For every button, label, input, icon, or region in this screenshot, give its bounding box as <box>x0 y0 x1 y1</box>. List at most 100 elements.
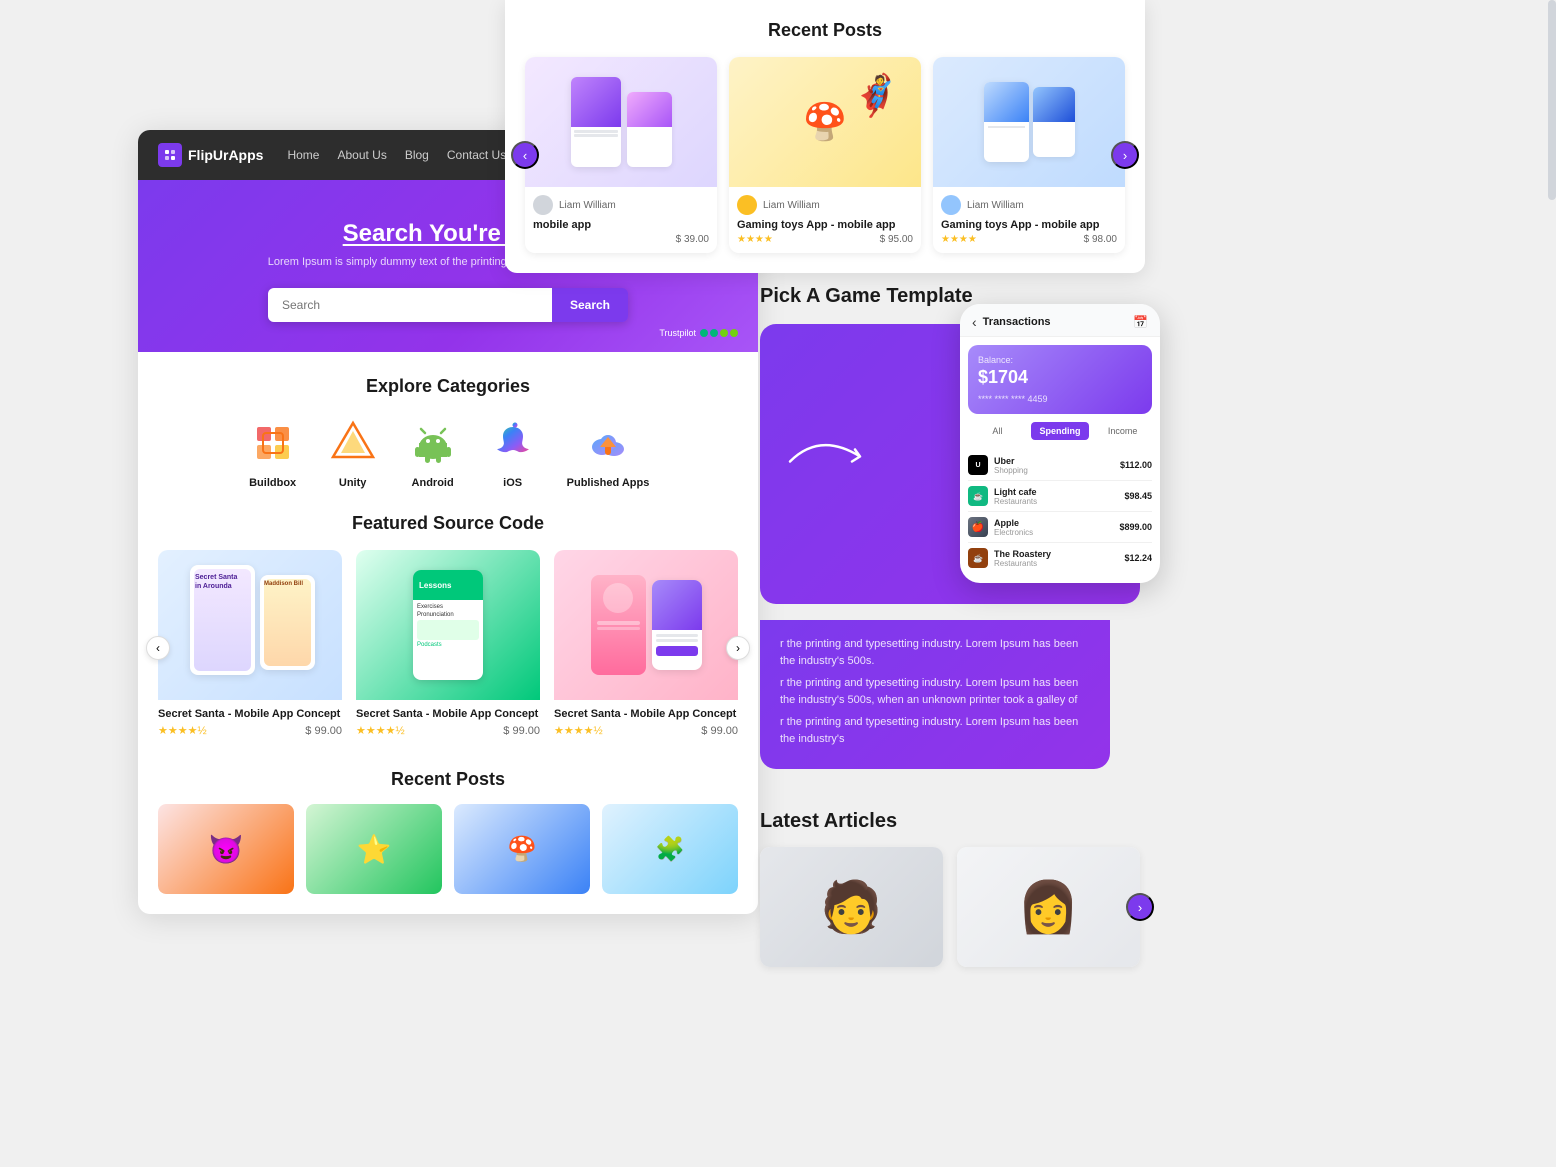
category-ios-label: iOS <box>503 477 522 489</box>
tx-cafe-left: ☕ Light cafe Restaurants <box>968 486 1037 506</box>
scrollbar-thumb[interactable] <box>1548 0 1556 200</box>
featured-card-3[interactable]: Secret Santa - Mobile App Concept ★★★★½ … <box>554 550 738 745</box>
nav-contact[interactable]: Contact Us <box>447 148 506 162</box>
unity-icon <box>327 417 379 469</box>
featured-card-1-stars: ★★★★½ <box>158 724 207 737</box>
category-buildbox[interactable]: Buildbox <box>247 417 299 489</box>
recent-posts-right-cards: ‹ <box>525 57 1125 253</box>
apple-icon: 🍎 <box>968 517 988 537</box>
rp-card-2-author-name: Liam William <box>763 200 820 211</box>
featured-card-2-info: Secret Santa - Mobile App Concept ★★★★½ … <box>356 700 540 745</box>
rp-card-3-price: $ 98.00 <box>1084 234 1117 245</box>
rp-card-1[interactable]: Liam William mobile app $ 39.00 <box>525 57 717 253</box>
featured-card-1-info: Secret Santa - Mobile App Concept ★★★★½ … <box>158 700 342 745</box>
phone-tab-income[interactable]: Income <box>1093 422 1152 440</box>
pick-game-section: Pick A Game Template ‹ Transactions 📅 Ba… <box>760 285 1140 604</box>
carousel-prev-button[interactable]: ‹ <box>146 636 170 660</box>
featured-card-3-image <box>554 550 738 700</box>
category-ios[interactable]: iOS <box>487 417 539 489</box>
la-card-2-img: 👩 <box>957 847 1140 967</box>
category-published[interactable]: Published Apps <box>567 417 650 489</box>
featured-card-1-bottom: ★★★★½ $ 99.00 <box>158 724 342 737</box>
featured-cards: Secret Santain Arounda Maddison Bill Sec… <box>158 550 738 745</box>
tx-uber-name: Uber <box>994 456 1028 466</box>
nav-home[interactable]: Home <box>287 148 319 162</box>
phone-tab-spending[interactable]: Spending <box>1031 422 1090 440</box>
tx-uber-amount: $112.00 <box>1120 460 1152 470</box>
logo-icon <box>158 143 182 167</box>
rp-card-1-bottom: $ 39.00 <box>533 234 709 245</box>
tx-apple: 🍎 Apple Electronics $899.00 <box>968 512 1152 543</box>
featured-card-2-image: Lessons Exercises Pronunciation Podcasts <box>356 550 540 700</box>
desc-line-3: r the printing and typesetting industry.… <box>780 714 1090 747</box>
phone-header-left: ‹ Transactions <box>972 314 1051 330</box>
recent-posts-left-title: Recent Posts <box>158 769 738 790</box>
rp-card-2-body: Liam William Gaming toys App - mobile ap… <box>729 187 921 253</box>
tx-apple-amount: $899.00 <box>1119 522 1152 532</box>
phone-header-title: Transactions <box>983 316 1051 328</box>
recent-posts-prev-button[interactable]: ‹ <box>511 141 539 169</box>
nav-about[interactable]: About Us <box>337 148 386 162</box>
phone-tab-all[interactable]: All <box>968 422 1027 440</box>
phone-calendar-icon: 📅 <box>1133 315 1148 329</box>
search-bar: Search <box>268 288 628 322</box>
recent-card-3[interactable]: 🍄 <box>454 804 590 894</box>
recent-posts-left-cards: 😈 ⭐ 🍄 🧩 <box>158 804 738 894</box>
latest-articles-next-button[interactable]: › <box>1126 893 1154 921</box>
ios-icon <box>487 417 539 469</box>
trustpilot-badge: Trustpilot <box>659 328 738 338</box>
category-buildbox-label: Buildbox <box>249 477 296 489</box>
category-published-label: Published Apps <box>567 477 650 489</box>
roastery-icon: ☕ <box>968 548 988 568</box>
la-card-2[interactable]: 👩 <box>957 847 1140 967</box>
featured-card-2-name: Secret Santa - Mobile App Concept <box>356 708 540 720</box>
game-arrow-icon <box>780 422 900 507</box>
balance-amount: $1704 <box>978 367 1142 388</box>
rp-card-2[interactable]: 🍄 🦸 Liam William Gaming toys App - mobil… <box>729 57 921 253</box>
search-input[interactable] <box>268 288 552 322</box>
category-android[interactable]: Android <box>407 417 459 489</box>
recent-card-2[interactable]: ⭐ <box>306 804 442 894</box>
recent-posts-next-button[interactable]: › <box>1111 141 1139 169</box>
phone-back-icon: ‹ <box>972 314 977 330</box>
featured-card-3-name: Secret Santa - Mobile App Concept <box>554 708 738 720</box>
desc-line-2: r the printing and typesetting industry.… <box>780 675 1090 708</box>
recent-card-4-img: 🧩 <box>602 804 738 894</box>
featured-card-3-info: Secret Santa - Mobile App Concept ★★★★½ … <box>554 700 738 745</box>
featured-card-2[interactable]: Lessons Exercises Pronunciation Podcasts <box>356 550 540 745</box>
recent-card-3-img: 🍄 <box>454 804 590 894</box>
recent-card-1-img: 😈 <box>158 804 294 894</box>
rp-card-3-title: Gaming toys App - mobile app <box>941 219 1117 231</box>
search-button[interactable]: Search <box>552 288 628 322</box>
rp-card-3-body: Liam William Gaming toys App - mobile ap… <box>933 187 1125 253</box>
recent-card-1[interactable]: 😈 <box>158 804 294 894</box>
la-card-1[interactable]: 🧑 <box>760 847 943 967</box>
scrollbar[interactable] <box>1548 0 1556 1167</box>
category-unity[interactable]: Unity <box>327 417 379 489</box>
recent-card-4[interactable]: 🧩 <box>602 804 738 894</box>
rp-card-1-author-name: Liam William <box>559 200 616 211</box>
rp-card-3-avatar <box>941 195 961 215</box>
rp-card-1-price: $ 39.00 <box>676 234 709 245</box>
rp-card-2-bottom: ★★★★ $ 95.00 <box>737 234 913 245</box>
tx-uber-sub: Shopping <box>994 466 1028 475</box>
featured-card-1[interactable]: Secret Santain Arounda Maddison Bill Sec… <box>158 550 342 745</box>
tx-uber-left: U Uber Shopping <box>968 455 1028 475</box>
trust-dot-2 <box>710 329 718 337</box>
phone-mockup: ‹ Transactions 📅 Balance: $1704 **** ***… <box>960 304 1160 583</box>
rp-card-3[interactable]: Liam William Gaming toys App - mobile ap… <box>933 57 1125 253</box>
tx-apple-sub: Electronics <box>994 528 1033 537</box>
desc-line-1: r the printing and typesetting industry.… <box>780 636 1090 669</box>
featured-section: Featured Source Code ‹ Secret Santain Ar… <box>138 513 758 769</box>
nav-blog[interactable]: Blog <box>405 148 429 162</box>
categories-grid: Buildbox Unity <box>158 417 738 489</box>
tx-cafe-amount: $98.45 <box>1124 491 1152 501</box>
featured-card-3-bottom: ★★★★½ $ 99.00 <box>554 724 738 737</box>
trust-dot-1 <box>700 329 708 337</box>
categories-section: Explore Categories Buildbox <box>138 352 758 513</box>
rp-card-2-stars: ★★★★ <box>737 234 773 245</box>
carousel-next-button[interactable]: › <box>726 636 750 660</box>
latest-articles-section: Latest Articles 🧑 👩 › <box>760 810 1140 967</box>
tx-cafe-sub: Restaurants <box>994 497 1037 506</box>
featured-carousel: ‹ Secret Santain Arounda Maddison Bill <box>158 550 738 745</box>
